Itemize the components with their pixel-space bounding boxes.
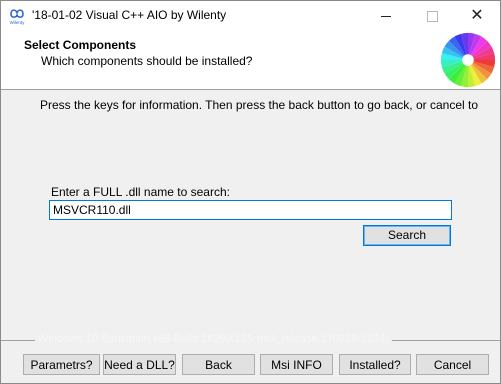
back-button[interactable]: Back [182, 354, 255, 375]
installed-button[interactable]: Installed? [339, 354, 411, 375]
search-button[interactable]: Search [363, 225, 451, 246]
need-dll-button[interactable]: Need a DLL? [103, 354, 176, 375]
dll-search-input[interactable] [49, 200, 452, 220]
maximize-icon [426, 10, 438, 22]
close-button[interactable]: ✕ [454, 1, 500, 31]
page-title: Select Components [24, 38, 137, 52]
cancel-button[interactable]: Cancel [416, 354, 489, 375]
installer-window: Wilenty '18-01-02 Visual C++ AIO by Wile… [0, 0, 501, 384]
minimize-button[interactable] [363, 1, 409, 31]
maximize-button[interactable] [409, 1, 455, 31]
title-bar[interactable]: Wilenty '18-01-02 Visual C++ AIO by Wile… [1, 1, 500, 31]
search-label: Enter a FULL .dll name to search: [51, 185, 230, 199]
app-icon: Wilenty [10, 9, 26, 25]
build-info-text: Windows 10 Education x86 Build 16299.125… [35, 333, 393, 345]
info-text: Press the keys for information. Then pre… [40, 98, 479, 112]
color-wheel-logo [440, 32, 496, 88]
window-title: '18-01-02 Visual C++ AIO by Wilenty [32, 8, 227, 22]
app-icon-label: Wilenty [10, 20, 26, 25]
minimize-icon [381, 15, 391, 17]
wizard-header: Select Components Which components shoul… [1, 31, 500, 90]
page-subtitle: Which components should be installed? [41, 54, 253, 68]
close-icon: ✕ [470, 7, 484, 24]
parameters-button[interactable]: Parametrs? [23, 354, 100, 375]
msi-info-button[interactable]: Msi INFO [260, 354, 333, 375]
